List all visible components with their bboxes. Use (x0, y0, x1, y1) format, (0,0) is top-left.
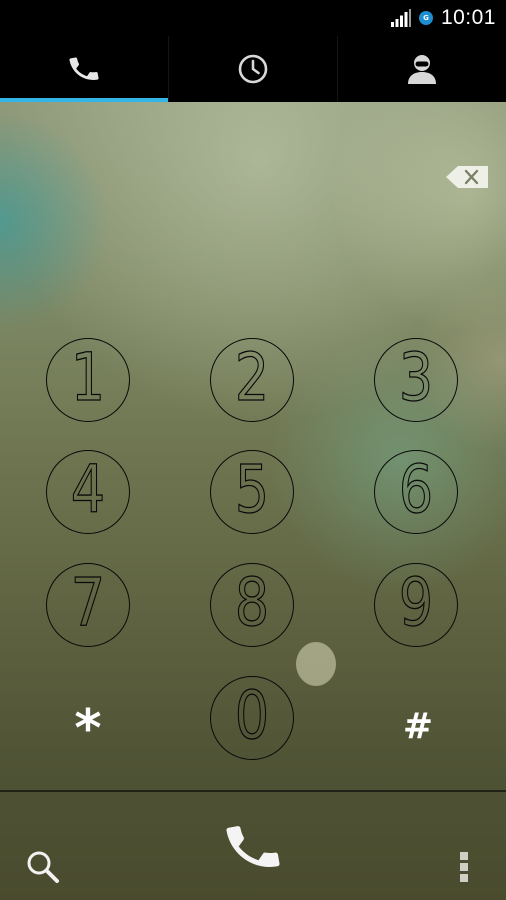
backspace-icon (446, 166, 488, 188)
key-label: 0 (234, 677, 270, 754)
key-8[interactable]: 8 (210, 563, 294, 647)
tab-phone[interactable] (0, 36, 169, 102)
background-bokeh (296, 642, 336, 686)
call-icon (222, 816, 284, 878)
key-label: 7 (70, 564, 106, 641)
key-label: 4 (70, 451, 106, 528)
key-4[interactable]: 4 (46, 450, 130, 534)
key-label: 2 (234, 339, 270, 416)
search-button[interactable] (24, 848, 62, 886)
gear-icon: G (418, 11, 433, 25)
key-star[interactable]: * (46, 680, 130, 764)
person-icon (405, 52, 439, 86)
phone-icon (67, 52, 101, 86)
key-hash[interactable]: # (376, 684, 460, 768)
dialpad-area: 1 2 3 4 5 6 7 8 9 * 0 # (0, 102, 506, 900)
key-6[interactable]: 6 (374, 450, 458, 534)
tab-bar (0, 36, 506, 102)
key-label: 9 (398, 564, 434, 641)
key-label: 8 (234, 564, 270, 641)
key-label: 1 (70, 339, 106, 416)
status-bar: G 10:01 (0, 0, 506, 36)
status-clock: 10:01 (440, 6, 496, 29)
key-0[interactable]: 0 (210, 676, 294, 760)
key-2[interactable]: 2 (210, 338, 294, 422)
key-label: 6 (398, 451, 434, 528)
key-9[interactable]: 9 (374, 563, 458, 647)
tab-recent[interactable] (169, 36, 338, 102)
tab-contacts[interactable] (338, 36, 506, 102)
search-icon (24, 848, 62, 886)
key-7[interactable]: 7 (46, 563, 130, 647)
backspace-button[interactable] (446, 166, 488, 188)
bottom-action-bar (0, 792, 506, 900)
status-icons: G 10:01 (390, 0, 496, 36)
key-label: 5 (234, 451, 270, 528)
key-3[interactable]: 3 (374, 338, 458, 422)
key-label: 3 (398, 339, 434, 416)
key-1[interactable]: 1 (46, 338, 130, 422)
signal-icon (390, 9, 411, 27)
call-button[interactable] (222, 816, 284, 878)
overflow-icon (454, 850, 474, 884)
clock-icon (236, 52, 270, 86)
key-5[interactable]: 5 (210, 450, 294, 534)
overflow-menu-button[interactable] (454, 850, 474, 884)
